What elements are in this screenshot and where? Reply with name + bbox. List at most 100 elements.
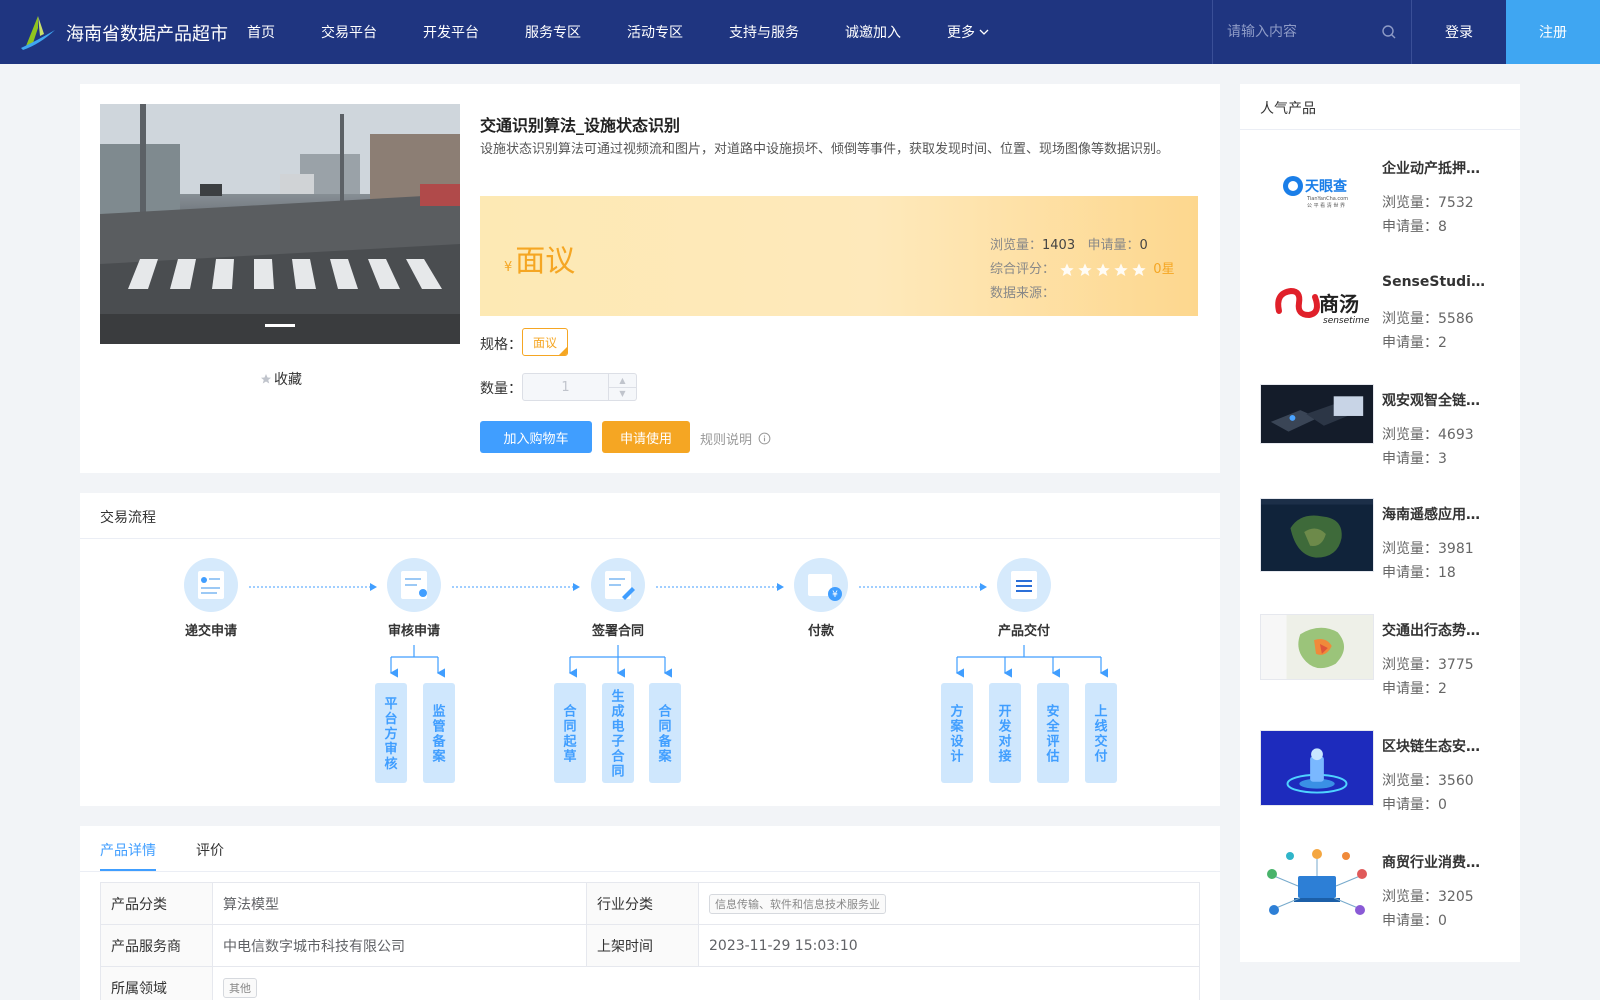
price-value: 面议 [515,244,576,279]
product-title: 交通识别算法_设施状态识别 [480,116,681,135]
add-to-cart-button[interactable]: 加入购物车 [480,421,592,453]
nav-more-label: 更多 [947,25,975,41]
product-thumbnail: 天眼查 TianYanCha.com 公 平 看 清 世 界 [1260,152,1374,228]
search-input[interactable] [1227,20,1377,44]
popular-product-item[interactable]: 观安观智全链… 浏览量：4693 申请量：3 [1260,384,1510,474]
spec-option[interactable]: 面议 [522,328,568,356]
logo-text: 公 平 看 清 世 界 [1307,202,1345,209]
price: ¥ 面议 [504,236,575,280]
step-icon-sign [591,558,645,612]
rules-label: 规则说明 [700,433,753,448]
divider [1240,129,1520,130]
spec-label: 规格： [480,337,522,353]
domain-tag: 其他 [223,977,257,998]
detail-label: 所属领域 [100,966,213,1000]
product-thumbnail [1260,498,1374,572]
branch-connectors [389,645,1109,678]
popular-product-name: 观安观智全链… [1382,393,1480,409]
quantity-decrease-button[interactable]: ▼ [609,386,636,401]
star-icon [1096,262,1110,276]
sub-step-label: 生成电子合同 [611,689,625,780]
nav-more[interactable]: 更多 [947,22,990,42]
popular-product-item[interactable]: 商汤 sensetime SenseStudio… 浏览量：5586 申请量：2 [1260,268,1510,358]
product-image[interactable] [100,104,460,344]
source-label: 数据来源： [990,286,1056,301]
nav-dev-platform[interactable]: 开发平台 [423,22,479,42]
table-row: 所属领域 其他 [100,966,1200,1000]
sub-step-label: 平台方审核 [384,697,397,772]
rating-stars [1059,262,1147,278]
nav-support[interactable]: 支持与服务 [729,22,799,42]
sensetime-logo: 商汤 sensetime [1275,287,1369,326]
popular-product-views: 浏览量：3775 [1382,657,1474,673]
stats-row-rating: 综合评分： 0星 [990,258,1175,282]
popular-product-applies: 申请量：2 [1382,335,1447,351]
site-brand-name[interactable]: 海南省数据产品超市 [66,20,228,46]
site-logo[interactable] [18,12,58,52]
popular-product-views: 浏览量：3981 [1382,541,1474,557]
quantity-controls: ▲ ▼ [608,374,636,400]
popular-product-name: 商贸行业消费… [1382,855,1480,871]
traffic-map-thumbnail [1261,615,1373,679]
commerce-network-thumbnail [1267,849,1367,915]
product-stats: 浏览量：1403 申请量：0 综合评分： 0星 数据来源： [990,234,1175,306]
quantity-increase-button[interactable]: ▲ [609,374,636,387]
nav-join[interactable]: 诚邀加入 [845,22,901,42]
views-count: 1403 [1042,238,1076,253]
quantity-stepper: ▲ ▼ [522,373,637,401]
popular-product-applies: 申请量：0 [1382,913,1447,929]
favorite-button[interactable]: 收藏 [260,369,302,389]
product-thumbnail: 商汤 sensetime [1260,268,1374,344]
quantity-input[interactable] [523,374,608,400]
apply-use-button[interactable]: 申请使用 [602,421,690,453]
product-description: 设施状态识别算法可通过视频流和图片，对道路中设施损坏、倾倒等事件，获取发现时间、… [480,142,1170,157]
product-thumbnail [1260,614,1374,680]
tab-product-details[interactable]: 产品详情 [100,826,156,871]
star-icon [1060,262,1074,276]
nav-service-zone[interactable]: 服务专区 [525,22,581,42]
popular-product-item[interactable]: 交通出行态势… 浏览量：3775 申请量：2 [1260,614,1510,704]
register-button[interactable]: 注册 [1506,0,1600,64]
login-button[interactable]: 登录 [1412,0,1506,64]
popular-product-applies: 申请量：0 [1382,797,1447,813]
sub-step-label: 合同起草 [562,704,577,765]
details-table: 产品分类 算法模型 行业分类 信息传输、软件和信息技术服务业 产品服务商 中电信… [100,882,1200,1000]
popular-product-applies: 申请量：3 [1382,451,1447,467]
popular-product-item[interactable]: 天眼查 TianYanCha.com 公 平 看 清 世 界 企业动产抵押… 浏… [1260,152,1510,242]
street-scene-illustration [100,104,460,344]
nav-activity-zone[interactable]: 活动专区 [627,22,683,42]
popular-product-name: 企业动产抵押… [1382,161,1480,177]
product-thumbnail [1260,384,1374,444]
top-navbar: 海南省数据产品超市 首页 交易平台 开发平台 服务专区 活动专区 支持与服务 诚… [0,0,1600,64]
popular-product-applies: 申请量：18 [1382,565,1456,581]
popular-product-item[interactable]: 海南遥感应用… 浏览量：3981 申请量：18 [1260,498,1510,588]
nav-home[interactable]: 首页 [247,22,275,42]
security-device-thumbnail [1261,385,1373,443]
stats-row-counts: 浏览量：1403 申请量：0 [990,234,1175,258]
sub-step-label: 合同备案 [657,704,672,765]
step-icon-review [387,558,441,612]
step-label: 签署合同 [591,623,644,639]
rules-link[interactable]: 规则说明 [700,429,771,448]
star-icon [261,374,271,384]
sub-step-label: 方案设计 [949,704,964,765]
sub-step-label: 上线交付 [1094,705,1107,765]
trade-flow-panel: 交易流程 ¥ 递交申请 审核申请 签署合同 付款 产品交付 平台方审核 监管备案… [80,493,1220,806]
price-box: ¥ 面议 浏览量：1403 申请量：0 综合评分： 0星 数据来源： [480,196,1198,316]
views-label: 浏览量： [990,238,1043,253]
tab-reviews[interactable]: 评价 [196,826,224,871]
sidebar-title: 人气产品 [1260,101,1316,117]
search-box [1212,0,1412,64]
star-icon [1132,262,1146,276]
search-icon[interactable] [1381,24,1397,40]
star-icon [1114,262,1128,276]
logo-text: 商汤 [1319,292,1359,316]
tianyancha-logo: 天眼查 TianYanCha.com 公 平 看 清 世 界 [1283,176,1348,209]
flow-diagram: ¥ 递交申请 审核申请 签署合同 付款 产品交付 平台方审核 监管备案 合同起草 生成… [184,558,1117,783]
blockchain-thumbnail [1261,731,1373,805]
popular-product-item[interactable]: 商贸行业消费… 浏览量：3205 申请量：0 [1260,846,1510,936]
popular-product-views: 浏览量：3560 [1382,773,1474,789]
popular-product-item[interactable]: 区块链生态安… 浏览量：3560 申请量：0 [1260,730,1510,820]
nav-trading-platform[interactable]: 交易平台 [321,22,377,42]
star-icon [1078,262,1092,276]
